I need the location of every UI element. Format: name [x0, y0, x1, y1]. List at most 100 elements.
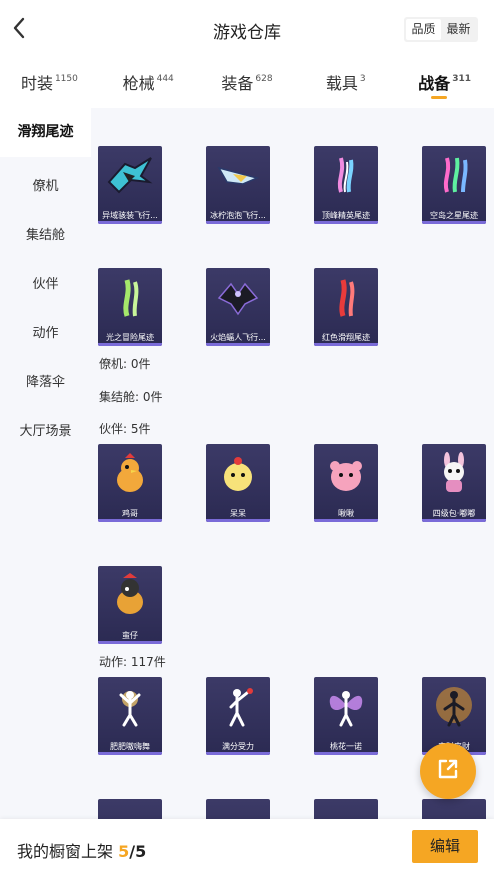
item-card[interactable]: 满分受力	[206, 677, 270, 755]
rarity-stripe	[206, 519, 270, 522]
emote-icon	[206, 799, 270, 819]
sort-newest-option[interactable]: 最新	[441, 19, 476, 40]
showcase-status: 我的橱窗上架 5/5	[17, 838, 146, 862]
tab-count: 3	[359, 74, 366, 84]
tab-label: 载具	[325, 74, 358, 93]
share-button[interactable]	[420, 743, 476, 799]
edit-button[interactable]: 编辑	[412, 830, 478, 863]
item-card[interactable]: 呆呆	[206, 444, 270, 522]
tab-count: 311	[452, 74, 471, 84]
item-card[interactable]: 光之冒险尾迹	[98, 268, 162, 346]
tab-vehicles[interactable]: 载具 3	[296, 58, 395, 108]
item-card[interactable]: 鸡哥	[98, 444, 162, 522]
item-card[interactable]: 红色滑翔尾迹	[314, 268, 378, 346]
item-card[interactable]	[314, 799, 378, 819]
section-label-action: 动作: 117件	[99, 655, 166, 669]
item-card[interactable]: 顶峰精英尾迹	[314, 146, 378, 224]
emote-icon	[422, 799, 486, 819]
glider-icon	[98, 146, 162, 204]
sidebar: 滑翔尾迹 僚机 集结舱 伙伴 动作 降落伞 大厅场景	[0, 108, 91, 819]
tab-label: 战备	[418, 74, 451, 93]
section-label-partner: 伙伴: 5件	[99, 422, 151, 436]
rarity-stripe	[422, 519, 486, 522]
item-name: 四级包·嘟嘟	[432, 509, 476, 518]
sidebar-item-lobby-scene[interactable]: 大厅场景	[0, 420, 91, 439]
emote-icon	[314, 799, 378, 819]
sort-quality-option[interactable]: 品质	[406, 19, 441, 40]
sidebar-item-action[interactable]: 动作	[0, 322, 91, 341]
item-grid: 异域骇装飞行... 冰柠泡泡飞行... 顶峰精英尾迹 空岛之星尾迹 光之冒险尾迹…	[91, 108, 494, 819]
item-name: 异域骇装飞行...	[102, 211, 158, 220]
sidebar-item-wingman[interactable]: 僚机	[0, 175, 91, 194]
tab-equipment[interactable]: 装备 628	[198, 58, 297, 108]
share-icon	[435, 756, 461, 786]
sidebar-item-partner[interactable]: 伙伴	[0, 273, 91, 292]
trail-icon	[422, 146, 486, 204]
sidebar-item-rally-pod[interactable]: 集结舱	[0, 224, 91, 243]
sidebar-item-glide-trail[interactable]: 滑翔尾迹	[0, 108, 91, 157]
category-tabs: 时装 1150 枪械 444 装备 628 载具 3 战备 311	[0, 58, 494, 108]
sidebar-item-parachute[interactable]: 降落伞	[0, 371, 91, 390]
tab-label: 枪械	[122, 74, 155, 93]
item-card[interactable]	[422, 799, 486, 819]
tab-combat-gear[interactable]: 战备 311	[395, 58, 494, 108]
tab-weapons[interactable]: 枪械 444	[99, 58, 198, 108]
item-card[interactable]: 啾啾	[314, 444, 378, 522]
tab-count: 628	[255, 74, 273, 84]
trail-icon	[314, 146, 378, 204]
showcase-label: 我的橱窗上架	[17, 842, 114, 861]
item-card[interactable]: 蛮仔	[98, 566, 162, 644]
chick-partner-icon	[206, 444, 270, 502]
item-card[interactable]	[98, 799, 162, 819]
item-name: 光之冒险尾迹	[106, 333, 154, 342]
showcase-current-count: 5	[118, 842, 130, 861]
item-card[interactable]: 四级包·嘟嘟	[422, 444, 486, 522]
footer-bar: 我的橱窗上架 5/5 编辑	[0, 819, 494, 875]
rarity-stripe	[98, 221, 162, 224]
item-name: 鸡哥	[122, 509, 138, 518]
item-name: 火焰蝠人飞行...	[210, 333, 266, 342]
header-bar: 游戏仓库 品质 最新	[0, 0, 494, 58]
chicken-partner-icon	[98, 444, 162, 502]
fortune-emote-icon	[422, 677, 486, 735]
showcase-total-count: /5	[129, 842, 147, 861]
item-name: 满分受力	[222, 742, 254, 751]
rarity-stripe	[314, 752, 378, 755]
tab-fashion[interactable]: 时装 1150	[0, 58, 99, 108]
item-card[interactable]: 空岛之星尾迹	[422, 146, 486, 224]
item-name: 空岛之星尾迹	[430, 211, 478, 220]
item-name: 顶峰精英尾迹	[322, 211, 370, 220]
bunny-partner-icon	[422, 444, 486, 502]
tab-count: 444	[156, 74, 174, 84]
rarity-stripe	[98, 343, 162, 346]
item-card[interactable]: 冰柠泡泡飞行...	[206, 146, 270, 224]
glider-icon	[206, 146, 270, 204]
tab-count: 1150	[54, 74, 78, 84]
pink-partner-icon	[314, 444, 378, 502]
trail-icon	[314, 268, 378, 326]
item-name: 呆呆	[230, 509, 246, 518]
rarity-stripe	[206, 752, 270, 755]
active-tab-indicator	[431, 96, 448, 99]
rarity-stripe	[422, 221, 486, 224]
tab-label: 装备	[221, 74, 254, 93]
rarity-stripe	[98, 641, 162, 644]
trail-icon	[98, 268, 162, 326]
item-card[interactable]	[206, 799, 270, 819]
pose-emote-icon	[206, 677, 270, 735]
item-name: 啾啾	[338, 509, 354, 518]
item-card[interactable]: 桃花一诺	[314, 677, 378, 755]
section-label-rally-pod: 集结舱: 0件	[99, 390, 163, 404]
rarity-stripe	[206, 343, 270, 346]
item-card[interactable]: 肥肥嗷嗨舞	[98, 677, 162, 755]
item-name: 肥肥嗷嗨舞	[110, 742, 150, 751]
rarity-stripe	[98, 752, 162, 755]
butterfly-emote-icon	[314, 677, 378, 735]
item-card[interactable]: 火焰蝠人飞行...	[206, 268, 270, 346]
item-name: 桃花一诺	[330, 742, 362, 751]
item-card[interactable]: 异域骇装飞行...	[98, 146, 162, 224]
rarity-stripe	[314, 221, 378, 224]
item-name: 红色滑翔尾迹	[322, 333, 370, 342]
rarity-stripe	[314, 519, 378, 522]
rarity-stripe	[206, 221, 270, 224]
